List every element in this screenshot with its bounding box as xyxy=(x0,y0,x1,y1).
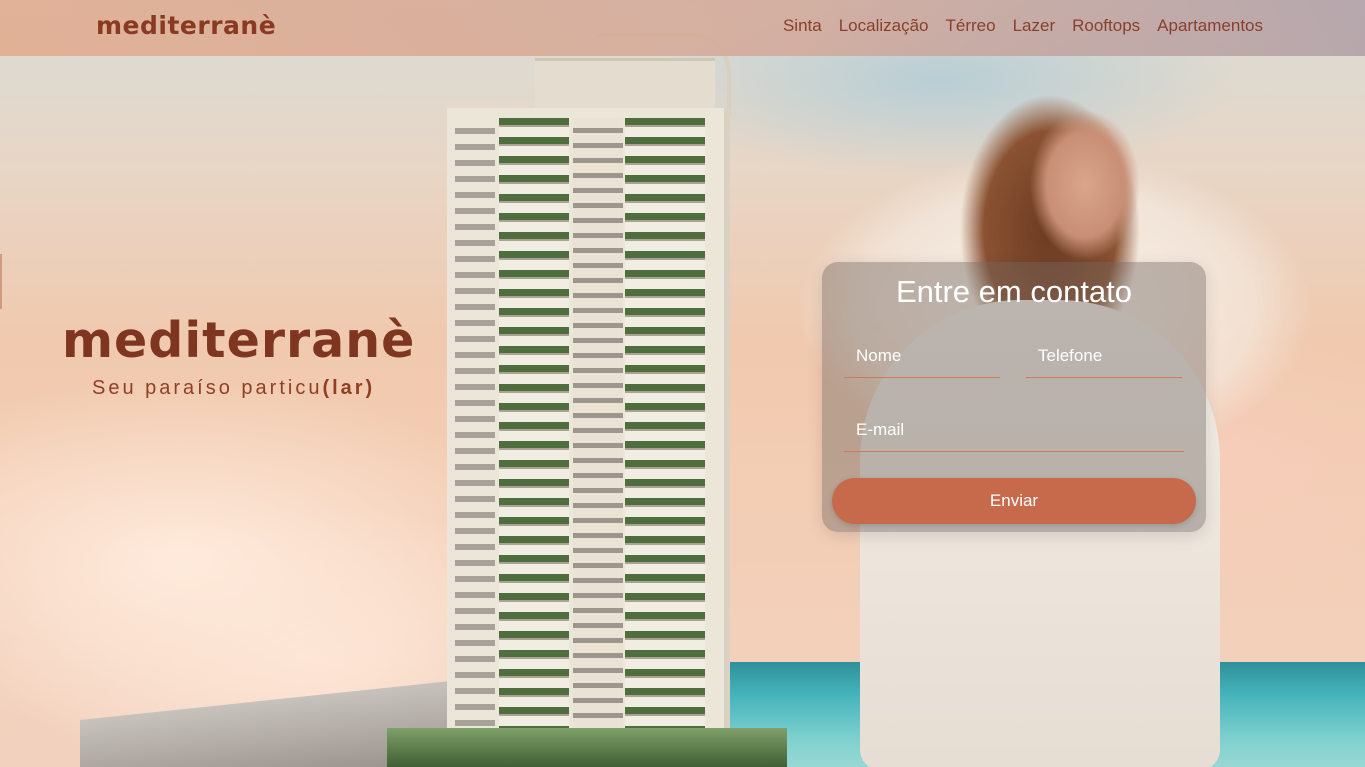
building-center-column xyxy=(573,118,623,758)
phone-field[interactable] xyxy=(1026,334,1182,378)
building-illustration xyxy=(387,33,787,767)
hero-tagline: Seu paraíso particu(lar) xyxy=(92,377,375,400)
main-nav: Sinta Localização Térreo Lazer Rooftops … xyxy=(783,16,1263,36)
header-logo[interactable]: mediterranè xyxy=(96,11,276,40)
building-balconies-left xyxy=(499,118,569,758)
email-field[interactable] xyxy=(844,408,1184,452)
contact-form: Entre em contato Enviar xyxy=(822,262,1206,532)
building-windows xyxy=(455,118,495,758)
nav-link-rooftops[interactable]: Rooftops xyxy=(1072,16,1140,36)
nav-link-terreo[interactable]: Térreo xyxy=(946,16,996,36)
name-field[interactable] xyxy=(844,334,1000,378)
nav-link-apartamentos[interactable]: Apartamentos xyxy=(1157,16,1263,36)
building-balconies-right xyxy=(625,118,705,758)
nav-link-localizacao[interactable]: Localização xyxy=(839,16,929,36)
contact-form-title: Entre em contato xyxy=(895,274,1133,309)
side-edge-tab xyxy=(0,254,2,309)
nav-link-lazer[interactable]: Lazer xyxy=(1013,16,1056,36)
nav-link-sinta[interactable]: Sinta xyxy=(783,16,822,36)
hero-logo: mediterranè xyxy=(62,312,416,369)
submit-button[interactable]: Enviar xyxy=(832,478,1196,524)
top-navbar: mediterranè Sinta Localização Térreo Laz… xyxy=(0,0,1365,56)
building-garden-base xyxy=(387,728,787,767)
model-face xyxy=(1030,110,1140,260)
tagline-prefix: Seu paraíso particu xyxy=(92,377,323,399)
tagline-emphasis: (lar) xyxy=(322,377,376,399)
